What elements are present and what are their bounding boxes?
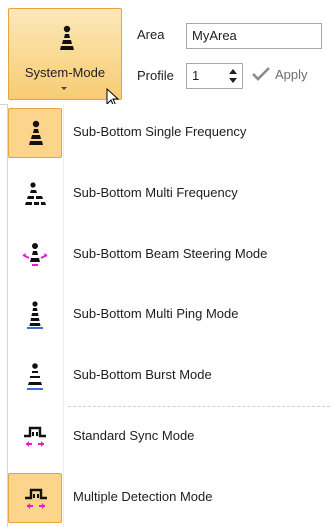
menu-item-label: Sub-Bottom Multi Frequency <box>73 185 238 200</box>
ribbon-toolbar: System-Mode Area MyArea Profile 1 Apply <box>0 0 333 105</box>
menu-item-label: Sub-Bottom Beam Steering Mode <box>73 246 268 261</box>
dropdown-caret-icon <box>61 87 67 90</box>
menu-item-multi-ping[interactable]: Sub-Bottom Multi Ping Mode <box>8 290 333 340</box>
menu-item-label: Sub-Bottom Multi Ping Mode <box>73 306 239 321</box>
system-mode-menu: Sub-Bottom Single Frequency Sub-Bottom M… <box>7 104 333 527</box>
menu-item-icon-box <box>8 290 62 340</box>
multiple-detection-icon <box>25 488 47 509</box>
menu-item-burst-mode[interactable]: Sub-Bottom Burst Mode <box>8 351 333 401</box>
menu-item-standard-sync[interactable]: Standard Sync Mode <box>8 412 333 462</box>
menu-item-icon-box <box>8 230 62 280</box>
system-mode-button[interactable]: System-Mode <box>8 8 122 100</box>
menu-item-checked-highlight <box>8 108 62 158</box>
menu-item-icon-box <box>8 351 62 401</box>
multi-frequency-icon <box>25 182 46 205</box>
spin-arrows-icon[interactable] <box>228 66 238 86</box>
system-mode-label: System-Mode <box>24 65 106 80</box>
standard-sync-icon <box>24 426 46 447</box>
menu-item-label: Standard Sync Mode <box>73 428 195 443</box>
burst-mode-icon <box>27 363 43 390</box>
menu-item-icon-box <box>8 169 62 219</box>
checkmark-icon <box>252 67 270 81</box>
profile-label: Profile <box>137 68 174 83</box>
multi-ping-icon <box>27 301 43 329</box>
apply-button[interactable]: Apply <box>252 62 322 88</box>
menu-item-beam-steering[interactable]: Sub-Bottom Beam Steering Mode <box>8 230 333 280</box>
menu-item-checked-highlight <box>8 473 62 523</box>
menu-item-single-frequency[interactable]: Sub-Bottom Single Frequency <box>8 108 333 158</box>
menu-item-label: Sub-Bottom Burst Mode <box>73 367 212 382</box>
menu-item-label: Multiple Detection Mode <box>73 489 213 504</box>
beam-steering-icon <box>22 243 48 266</box>
area-label: Area <box>137 27 165 42</box>
menu-item-multiple-detection[interactable]: Multiple Detection Mode <box>8 473 333 523</box>
menu-item-multi-frequency[interactable]: Sub-Bottom Multi Frequency <box>8 169 333 219</box>
apply-label: Apply <box>275 67 308 82</box>
menu-item-label: Sub-Bottom Single Frequency <box>73 124 247 139</box>
single-frequency-icon <box>60 25 74 50</box>
menu-separator <box>68 406 330 407</box>
area-input[interactable]: MyArea <box>186 23 322 49</box>
single-frequency-icon <box>29 120 43 145</box>
profile-stepper[interactable]: 1 <box>186 63 243 89</box>
menu-item-icon-box <box>8 412 62 462</box>
profile-value: 1 <box>192 68 200 83</box>
